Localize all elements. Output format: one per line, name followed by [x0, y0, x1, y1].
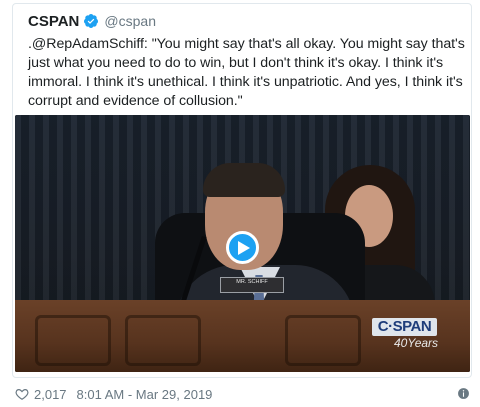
- timestamp[interactable]: 8:01 AM - Mar 29, 2019: [77, 387, 213, 402]
- play-icon: [238, 240, 250, 255]
- heart-icon[interactable]: [15, 387, 29, 401]
- verified-badge-icon: [84, 14, 99, 28]
- tweet-text: .@RepAdamSchiff: "You might say that's a…: [28, 36, 465, 109]
- dais-panel: [35, 315, 111, 366]
- cspan-logo-text: C·SPAN: [372, 318, 437, 336]
- nameplate: MR. SCHIFF: [220, 277, 284, 293]
- speaker-hair: [203, 163, 285, 197]
- dais-panel: [125, 315, 201, 366]
- dais-panel: [285, 315, 361, 366]
- video-player[interactable]: MR. SCHIFF C·SPAN 40Years: [15, 115, 470, 372]
- author-handle[interactable]: @cspan: [104, 13, 156, 29]
- cspan-logo: C·SPAN 40Years: [372, 318, 439, 352]
- author-name[interactable]: CSPAN: [28, 13, 79, 30]
- play-button[interactable]: [226, 231, 259, 264]
- info-icon[interactable]: [457, 387, 470, 400]
- cspan-logo-subtext: 40Years: [394, 336, 439, 350]
- tweet-header: CSPAN @cspan: [28, 12, 156, 30]
- tweet-footer: 2,017 8:01 AM - Mar 29, 2019: [15, 386, 470, 402]
- like-count: 2,017: [34, 386, 67, 402]
